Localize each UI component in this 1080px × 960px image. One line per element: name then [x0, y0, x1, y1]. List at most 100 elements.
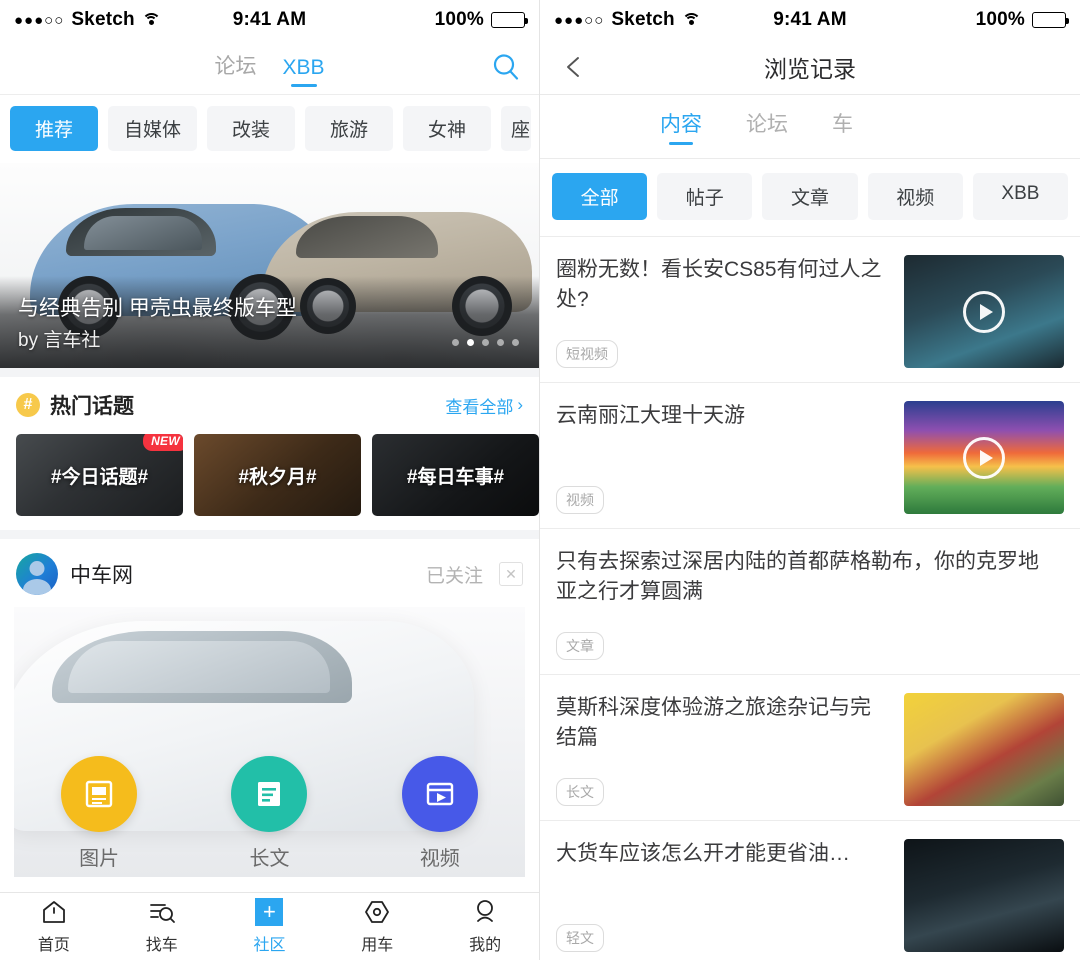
category-chip-goddess[interactable]: 女神: [403, 106, 492, 151]
filter-chip-post[interactable]: 帖子: [657, 173, 753, 220]
wifi-icon: [681, 12, 701, 28]
nav-tab-forum[interactable]: 论坛: [214, 50, 256, 84]
carrier-label: Sketch: [611, 9, 675, 30]
account-row[interactable]: 中车网 已关注 ✕: [0, 539, 539, 607]
list-item[interactable]: 只有去探索过深居内陆的首都萨格勒布，你的克罗地亚之行才算圆满 文章: [540, 529, 1080, 675]
hot-topics-row[interactable]: #今日话题# NEW #秋夕月# #每日车事#: [0, 430, 539, 530]
carousel-dot[interactable]: [482, 339, 489, 346]
list-item-thumbnail[interactable]: [904, 401, 1064, 514]
list-item-thumbnail[interactable]: [904, 839, 1064, 952]
view-all-topics-link[interactable]: 查看全部 ›: [445, 393, 523, 418]
status-bar-left: ●●●○○ Sketch 9:41 AM 100%: [0, 0, 539, 40]
section-divider: [0, 530, 539, 539]
list-item-thumbnail[interactable]: [904, 255, 1064, 368]
chevron-left-icon[interactable]: [562, 55, 586, 79]
plus-icon: +: [255, 898, 284, 926]
new-badge: NEW: [143, 434, 183, 451]
filter-chip-xbb[interactable]: XBB: [972, 173, 1069, 220]
list-item-title: 云南丽江大理十天游: [556, 404, 745, 427]
video-post-icon[interactable]: [401, 756, 478, 832]
account-name: 中车网: [70, 564, 133, 587]
play-icon[interactable]: [963, 436, 1005, 479]
status-bar-right-group: 100%: [897, 9, 1069, 31]
left-nav-bar: 论坛 XBB: [0, 40, 539, 95]
tab-label: 找车: [145, 937, 178, 954]
category-chip-overflow[interactable]: 座: [501, 106, 532, 151]
history-list: 圈粉无数！看长安CS85有何过人之处? 短视频 云南丽江大理十天游 视频 只有去…: [540, 236, 1080, 960]
list-item[interactable]: 莫斯科深度体验游之旅途杂记与完结篇 长文: [540, 675, 1080, 821]
publish-action-image[interactable]: 图片: [61, 756, 138, 871]
status-bar-left-group: ●●●○○ Sketch: [14, 9, 183, 31]
tab-forum[interactable]: 论坛: [746, 108, 788, 145]
list-item-title: 莫斯科深度体验游之旅途杂记与完结篇: [556, 696, 871, 749]
list-item-main: 大货车应该怎么开才能更省油… 轻文: [556, 839, 904, 952]
battery-full-icon: [1031, 12, 1069, 28]
person-icon: [471, 898, 499, 926]
image-post-icon[interactable]: [61, 756, 138, 832]
list-item-title: 只有去探索过深居内陆的首都萨格勒布，你的克罗地亚之行才算圆满: [556, 550, 1039, 603]
list-item[interactable]: 云南丽江大理十天游 视频: [540, 383, 1080, 529]
tab-label: 社区: [253, 937, 286, 954]
list-item[interactable]: 大货车应该怎么开才能更省油… 轻文: [540, 821, 1080, 960]
category-chip-row[interactable]: 推荐 自媒体 改装 旅游 女神 座: [0, 95, 539, 163]
tab-car[interactable]: 车: [832, 108, 853, 145]
carousel-dots[interactable]: [452, 339, 519, 346]
tab-community[interactable]: + 社区: [216, 893, 324, 960]
search-icon[interactable]: [491, 52, 521, 82]
find-car-icon: [148, 898, 176, 926]
topic-card-today[interactable]: #今日话题# NEW: [16, 434, 183, 516]
category-chip-modification[interactable]: 改装: [207, 106, 296, 151]
close-icon[interactable]: ✕: [499, 562, 523, 586]
list-item-thumbnail[interactable]: [904, 693, 1064, 806]
category-chip-self-media[interactable]: 自媒体: [108, 106, 198, 151]
section-divider: [0, 368, 539, 377]
nav-tab-xbb[interactable]: XBB: [282, 56, 324, 84]
hero-title: 与经典告别 甲壳虫最终版车型: [18, 297, 297, 320]
list-item-tag: 短视频: [556, 340, 618, 368]
topic-card-daily-car[interactable]: #每日车事#: [372, 434, 539, 516]
filter-chip-row[interactable]: 全部 帖子 文章 视频 XBB: [540, 159, 1080, 236]
battery-percent-label: 100%: [434, 9, 484, 30]
right-screen-history: ●●●○○ Sketch 9:41 AM 100% 浏览记录 内容 论坛 车 全…: [540, 0, 1080, 960]
bottom-tab-bar[interactable]: 首页 找车 + 社区 用车 我的: [0, 892, 539, 960]
account-media-card[interactable]: 图片 长文 视频: [14, 607, 525, 877]
tab-label: 我的: [469, 937, 502, 954]
tab-label: 用车: [361, 937, 394, 954]
publish-action-label: 长文: [249, 848, 290, 870]
topic-card-autumn-moon[interactable]: #秋夕月#: [194, 434, 361, 516]
tab-mine[interactable]: 我的: [431, 893, 539, 960]
play-icon[interactable]: [963, 290, 1005, 333]
category-chip-recommend[interactable]: 推荐: [10, 106, 98, 151]
clock-label: 9:41 AM: [773, 9, 847, 30]
view-all-label: 查看全部: [445, 397, 514, 417]
hero-banner[interactable]: 与经典告别 甲壳虫最终版车型 by 言车社: [0, 163, 539, 368]
status-bar-right-group: 100%: [356, 9, 528, 31]
filter-chip-video[interactable]: 视频: [867, 173, 963, 220]
publish-action-video[interactable]: 视频: [401, 756, 478, 871]
tab-home[interactable]: 首页: [0, 893, 108, 960]
publish-action-label: 图片: [79, 848, 120, 870]
publish-action-row[interactable]: 图片 长文 视频: [14, 756, 525, 871]
publish-action-label: 视频: [419, 848, 460, 870]
tab-use-car[interactable]: 用车: [323, 893, 431, 960]
hero-gradient-scrim: [0, 276, 539, 368]
carousel-dot-active[interactable]: [467, 339, 474, 346]
follow-status-button[interactable]: 已关注: [426, 561, 483, 588]
long-article-icon[interactable]: [231, 756, 308, 832]
filter-chip-article[interactable]: 文章: [762, 173, 858, 220]
category-chip-travel[interactable]: 旅游: [305, 106, 394, 151]
publish-action-long-article[interactable]: 长文: [231, 756, 308, 871]
history-tab-row[interactable]: 内容 论坛 车: [540, 95, 1080, 159]
tab-find-car[interactable]: 找车: [108, 893, 216, 960]
carousel-dot[interactable]: [512, 339, 519, 346]
filter-chip-all[interactable]: 全部: [552, 173, 648, 220]
carousel-dot[interactable]: [497, 339, 504, 346]
home-icon: [40, 898, 68, 926]
status-bar-right: ●●●○○ Sketch 9:41 AM 100%: [540, 0, 1080, 40]
tab-content[interactable]: 内容: [660, 108, 702, 145]
list-item[interactable]: 圈粉无数！看长安CS85有何过人之处? 短视频: [540, 237, 1080, 383]
chevron-right-icon: ›: [517, 395, 523, 414]
avatar-icon[interactable]: [16, 553, 58, 595]
carousel-dot[interactable]: [452, 339, 459, 346]
hero-byline: by 言车社: [18, 330, 101, 351]
